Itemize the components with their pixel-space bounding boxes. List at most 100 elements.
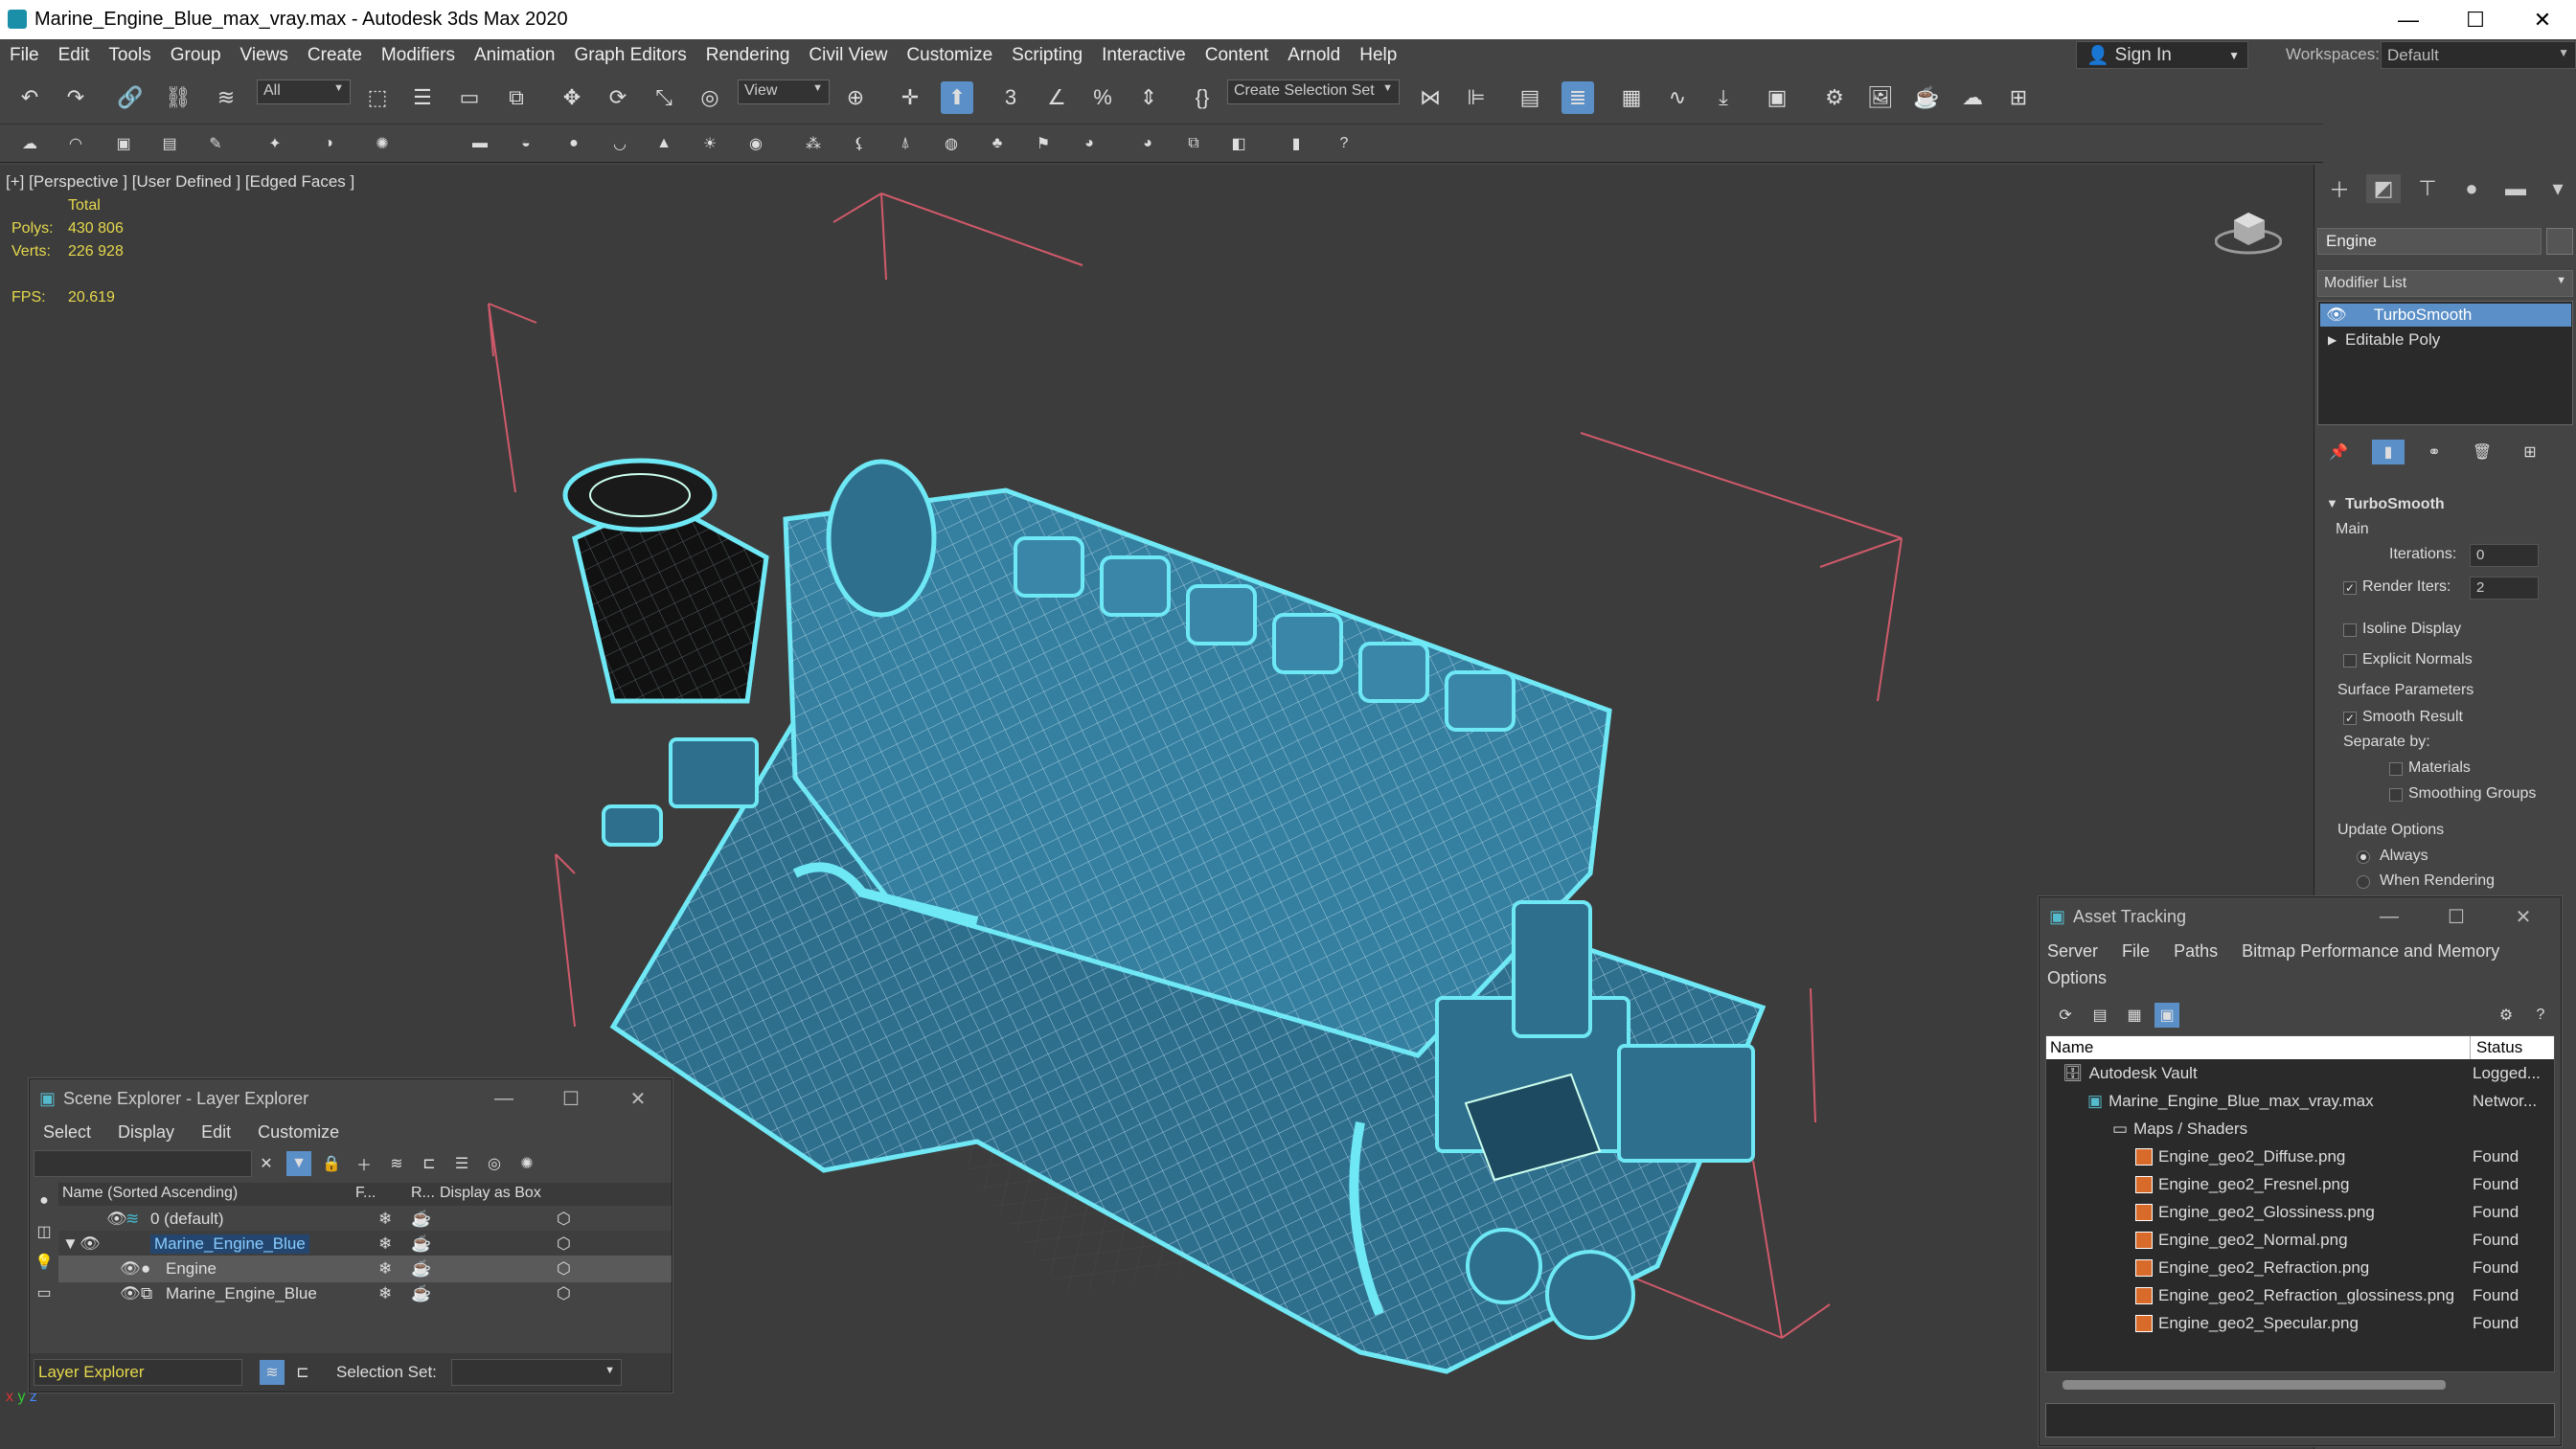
object-row[interactable]: 👁 ⧉ Marine_Engine_Blue ❄ ☕ ⬡ xyxy=(58,1280,672,1307)
when-rendering-radio[interactable] xyxy=(2357,875,2370,889)
light-lister-icon[interactable]: ✦ xyxy=(262,131,287,156)
plane-light-icon[interactable]: ▬ xyxy=(467,131,492,156)
render-icon[interactable]: ▣ xyxy=(111,131,136,156)
volume-grid-icon[interactable]: ⍋ xyxy=(893,131,918,156)
select-manipulate-icon[interactable]: ✛ xyxy=(894,81,926,114)
grid-view-icon[interactable]: ▣ xyxy=(2154,1003,2179,1028)
layer-row[interactable]: 👁 ≋ 0 (default) ❄ ☕ ⬡ xyxy=(58,1206,672,1233)
redo-icon[interactable]: ↷ xyxy=(59,81,92,114)
menu-edit[interactable]: Edit xyxy=(49,45,100,66)
collapse-arrow-icon[interactable]: ▼ xyxy=(2326,496,2338,510)
menu-paths[interactable]: Paths xyxy=(2174,941,2218,961)
select-by-name-icon[interactable]: ☰ xyxy=(406,81,439,114)
column-name[interactable]: Name xyxy=(2050,1038,2093,1057)
menu-animation[interactable]: Animation xyxy=(465,45,565,66)
help-icon[interactable]: ? xyxy=(2528,1003,2553,1028)
minimize-button[interactable]: — xyxy=(2375,0,2442,39)
create-layer-icon[interactable]: ＋ xyxy=(352,1151,376,1176)
sky-icon[interactable]: ☁ xyxy=(17,131,42,156)
modifier-list-dropdown[interactable]: Modifier List ▼ xyxy=(2317,270,2573,297)
menu-help[interactable]: Help xyxy=(1350,45,1406,66)
rotate-icon[interactable]: ⟳ xyxy=(602,81,634,114)
reference-coord-dropdown[interactable]: View ▼ xyxy=(738,79,830,104)
sign-in-dropdown[interactable]: 👤 Sign In ▼ xyxy=(2076,41,2248,69)
decal-icon[interactable]: ⚑ xyxy=(1031,131,1056,156)
menu-arnold[interactable]: Arnold xyxy=(1278,45,1350,66)
menu-rendering[interactable]: Rendering xyxy=(696,45,800,66)
remove-modifier-icon[interactable]: 🗑 xyxy=(2470,440,2495,464)
asset-row[interactable]: Engine_geo2_Specular.png Found xyxy=(2135,1310,2542,1337)
object-row[interactable]: 👁 ● Engine ❄ ☕ ⬡ xyxy=(58,1256,672,1282)
show-end-result-icon[interactable]: ▮ xyxy=(2372,440,2405,464)
align-icon[interactable]: ⊫ xyxy=(1460,81,1493,114)
edit-named-selection-icon[interactable]: {} xyxy=(1186,81,1219,114)
asset-row[interactable]: Engine_geo2_Fresnel.png Found xyxy=(2135,1171,2542,1198)
render-teapot-icon[interactable]: ☕ xyxy=(411,1284,431,1303)
menu-modifiers[interactable]: Modifiers xyxy=(372,45,465,66)
freeze-icon[interactable]: ❄ xyxy=(378,1234,392,1254)
layer-explorer-dropdown[interactable]: Layer Explorer xyxy=(34,1359,242,1386)
cone-light-icon[interactable]: ▲ xyxy=(651,131,676,156)
menu-customize[interactable]: Customize xyxy=(244,1122,353,1143)
material-icon[interactable]: ◉ xyxy=(743,131,768,156)
isoline-display-checkbox[interactable] xyxy=(2343,623,2357,637)
render-production-icon[interactable]: ☕ xyxy=(1910,81,1943,114)
minimize-button[interactable]: — xyxy=(2356,897,2423,936)
object-type-filter-icon[interactable]: ● xyxy=(32,1189,57,1213)
snaps-toggle-icon[interactable]: 3 xyxy=(994,81,1027,114)
mirror-icon[interactable]: ⋈ xyxy=(1414,81,1447,114)
explicit-normals-checkbox[interactable] xyxy=(2343,654,2357,668)
asset-row[interactable]: Engine_geo2_Normal.png Found xyxy=(2135,1227,2542,1254)
a360-gallery-icon[interactable]: ⊞ xyxy=(2002,81,2035,114)
keyboard-shortcut-override-icon[interactable]: ⬆ xyxy=(941,81,973,114)
menu-edit[interactable]: Edit xyxy=(188,1122,244,1143)
render-teapot-icon[interactable]: ☕ xyxy=(411,1259,431,1279)
asset-row[interactable]: Engine_geo2_Refraction.png Found xyxy=(2135,1255,2542,1281)
clear-search-icon[interactable]: ✕ xyxy=(254,1151,279,1176)
material-ball-icon[interactable]: ◕ xyxy=(1135,131,1160,156)
layers-icon[interactable]: ≋ xyxy=(384,1151,409,1176)
curve-editor-icon[interactable]: ∿ xyxy=(1661,81,1694,114)
fur-icon[interactable]: ⚸ xyxy=(847,131,872,156)
freeze-icon[interactable]: ❄ xyxy=(378,1259,392,1279)
always-radio[interactable] xyxy=(2357,850,2370,864)
spot-light-icon[interactable]: ◡ xyxy=(607,131,632,156)
menu-create[interactable]: Create xyxy=(298,45,372,66)
stack-item-turbosmooth[interactable]: 👁 TurboSmooth xyxy=(2320,304,2571,327)
pin-stack-icon[interactable]: 📌 xyxy=(2326,440,2351,464)
viewport-label[interactable]: [+] [Perspective ] [User Defined ] [Edge… xyxy=(6,172,354,192)
unlink-icon[interactable]: ⛓ xyxy=(162,81,194,114)
light-filter-icon[interactable]: 💡 xyxy=(32,1250,57,1275)
horizontal-scrollbar[interactable] xyxy=(2063,1380,2446,1390)
menu-bitmap-performance[interactable]: Bitmap Performance and Memory xyxy=(2242,941,2499,961)
hierarchy-icon[interactable]: ⊏ xyxy=(417,1151,442,1176)
menu-display[interactable]: Display xyxy=(104,1122,188,1143)
render-setup-icon[interactable]: ⚙ xyxy=(1818,81,1851,114)
filter-icon[interactable]: ▼ xyxy=(286,1151,311,1176)
materials-checkbox[interactable] xyxy=(2389,762,2403,776)
material-editor-icon[interactable]: ▣ xyxy=(1761,81,1793,114)
expand-arrow-icon[interactable]: ▶ xyxy=(2328,333,2337,347)
maximize-button[interactable]: ☐ xyxy=(537,1079,604,1118)
move-icon[interactable]: ✥ xyxy=(556,81,588,114)
selection-set-dropdown[interactable]: ▼ xyxy=(451,1359,622,1386)
minimize-button[interactable]: — xyxy=(470,1079,537,1118)
color-picker-icon[interactable]: ◧ xyxy=(1226,131,1251,156)
render-teapot-icon[interactable]: ☕ xyxy=(411,1210,431,1229)
menu-file[interactable]: File xyxy=(0,45,49,66)
menu-views[interactable]: Views xyxy=(231,45,298,66)
sphere-light-icon[interactable]: ◒ xyxy=(513,131,538,156)
toggle-ribbon-icon[interactable]: ▦ xyxy=(1615,81,1648,114)
asset-path-field[interactable] xyxy=(2045,1403,2555,1438)
iterations-spinner[interactable]: 0 xyxy=(2470,544,2539,567)
pivot-center-icon[interactable]: ⊕ xyxy=(839,81,872,114)
object-name-field[interactable]: Engine xyxy=(2317,228,2542,255)
freeze-icon[interactable]: ❄ xyxy=(378,1210,392,1229)
asset-row[interactable]: Engine_geo2_Diffuse.png Found xyxy=(2135,1143,2542,1170)
help-icon[interactable]: ? xyxy=(1332,131,1356,156)
sky-portal-icon[interactable]: ◠ xyxy=(63,131,88,156)
box-icon[interactable]: ⬡ xyxy=(557,1210,571,1229)
close-button[interactable]: ✕ xyxy=(2509,0,2576,39)
menu-server[interactable]: Server xyxy=(2047,941,2098,961)
menu-tools[interactable]: Tools xyxy=(99,45,160,66)
